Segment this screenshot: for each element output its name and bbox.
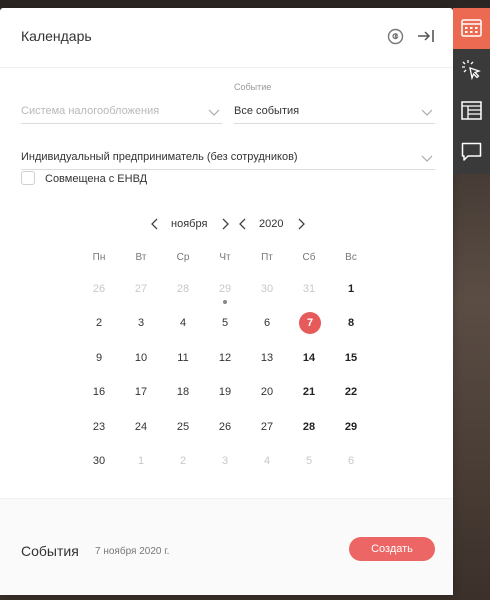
toolbar-chat-button[interactable] xyxy=(453,132,490,173)
entity-type-select[interactable]: Индивидуальный предприниматель (без сотр… xyxy=(21,138,435,170)
weekday-header: Сб xyxy=(302,252,316,263)
right-toolbar xyxy=(453,8,490,174)
chevron-down-icon xyxy=(208,109,220,116)
weekday-header: Вт xyxy=(135,252,147,263)
create-event-button[interactable]: Создать xyxy=(349,537,435,561)
calendar-day[interactable]: 1 xyxy=(337,278,365,300)
calendar-day[interactable]: 25 xyxy=(169,416,197,438)
calendar-day[interactable]: 12 xyxy=(211,347,239,369)
weekday-header: Чт xyxy=(219,252,231,263)
next-month-arrow-icon[interactable] xyxy=(220,218,230,230)
toolbar-click-button[interactable] xyxy=(453,49,490,90)
calendar-day[interactable]: 29 xyxy=(211,278,239,300)
calendar-day[interactable]: 5 xyxy=(211,312,239,334)
calendar-day[interactable]: 29 xyxy=(337,416,365,438)
calendar-day[interactable]: 26 xyxy=(85,278,113,300)
calendar-day[interactable]: 30 xyxy=(85,450,113,472)
calendar-day[interactable]: 30 xyxy=(253,278,281,300)
calendar-day[interactable]: 8 xyxy=(337,312,365,334)
calendar-day[interactable]: 27 xyxy=(253,416,281,438)
weekday-header: Вс xyxy=(345,252,357,263)
calendar-day[interactable]: 23 xyxy=(85,416,113,438)
calendar-day[interactable]: 14 xyxy=(295,347,323,369)
calendar-day[interactable]: 28 xyxy=(295,416,323,438)
chat-icon xyxy=(461,142,482,161)
calendar-day[interactable]: 28 xyxy=(169,278,197,300)
calendar-day[interactable]: 22 xyxy=(337,381,365,403)
calendar-day[interactable]: 1 xyxy=(127,450,155,472)
weekday-header: Пт xyxy=(261,252,273,263)
calendar-day[interactable]: 3 xyxy=(127,312,155,334)
calendar-day[interactable]: 27 xyxy=(127,278,155,300)
calendar-day[interactable]: 4 xyxy=(253,450,281,472)
entity-type-value: Индивидуальный предприниматель (без сотр… xyxy=(21,151,298,163)
toolbar-schedule-button[interactable] xyxy=(453,91,490,132)
calendar-day[interactable]: 10 xyxy=(127,347,155,369)
calendar-day[interactable]: 9 xyxy=(85,347,113,369)
calendar-day[interactable]: 6 xyxy=(337,450,365,472)
weekday-header: Пн xyxy=(92,252,106,263)
year-label: 2020 xyxy=(259,218,284,230)
envd-checkbox[interactable] xyxy=(21,171,35,185)
google-icon[interactable] xyxy=(387,28,404,45)
calendar-day[interactable]: 11 xyxy=(169,347,197,369)
calendar-day[interactable]: 6 xyxy=(253,312,281,334)
envd-checkbox-label[interactable]: Совмещена с ЕНВД xyxy=(45,173,147,185)
weekday-header: Ср xyxy=(176,252,190,263)
calendar-day[interactable]: 4 xyxy=(169,312,197,334)
toolbar-calendar-button[interactable] xyxy=(453,8,490,49)
calendar-day[interactable]: 21 xyxy=(295,381,323,403)
panel-header: Календарь xyxy=(0,8,453,64)
calendar-day-selected[interactable]: 7 xyxy=(296,312,324,334)
calendar-panel: Календарь Система налогообложения Событи… xyxy=(0,8,453,595)
next-year-arrow-icon[interactable] xyxy=(296,218,306,230)
event-select[interactable]: Событие Все события xyxy=(234,82,435,124)
calendar-day[interactable]: 20 xyxy=(253,381,281,403)
calendar-day[interactable]: 13 xyxy=(253,347,281,369)
events-title: События xyxy=(21,543,79,559)
month-label: ноября xyxy=(171,218,208,230)
chevron-down-icon xyxy=(421,109,433,116)
prev-month-arrow-icon[interactable] xyxy=(150,218,160,230)
calendar-day[interactable]: 16 xyxy=(85,381,113,403)
prev-year-arrow-icon[interactable] xyxy=(238,218,248,230)
calendar-day[interactable]: 2 xyxy=(169,450,197,472)
chevron-down-icon xyxy=(421,155,433,162)
calendar-day[interactable]: 15 xyxy=(337,347,365,369)
calendar-day[interactable]: 26 xyxy=(211,416,239,438)
event-marker xyxy=(223,300,227,304)
selected-date-label: 7 ноября 2020 г. xyxy=(95,546,170,557)
tax-system-select[interactable]: Система налогообложения xyxy=(21,90,222,124)
schedule-icon xyxy=(461,101,482,120)
calendar-day[interactable]: 19 xyxy=(211,381,239,403)
events-footer: События 7 ноября 2020 г. Создать xyxy=(0,498,453,595)
cursor-click-icon xyxy=(462,60,481,80)
tax-system-placeholder: Система налогообложения xyxy=(21,105,160,117)
event-value: Все события xyxy=(234,105,300,117)
calendar-day[interactable]: 24 xyxy=(127,416,155,438)
header-divider xyxy=(0,67,453,68)
calendar-day[interactable]: 18 xyxy=(169,381,197,403)
page-title: Календарь xyxy=(21,28,92,44)
calendar-day[interactable]: 17 xyxy=(127,381,155,403)
calendar-day[interactable]: 31 xyxy=(295,278,323,300)
calendar-day[interactable]: 2 xyxy=(85,312,113,334)
event-label: Событие xyxy=(234,82,272,92)
calendar-day[interactable]: 5 xyxy=(295,450,323,472)
collapse-panel-icon[interactable] xyxy=(417,28,435,44)
calendar-icon xyxy=(461,19,482,37)
calendar-day[interactable]: 3 xyxy=(211,450,239,472)
